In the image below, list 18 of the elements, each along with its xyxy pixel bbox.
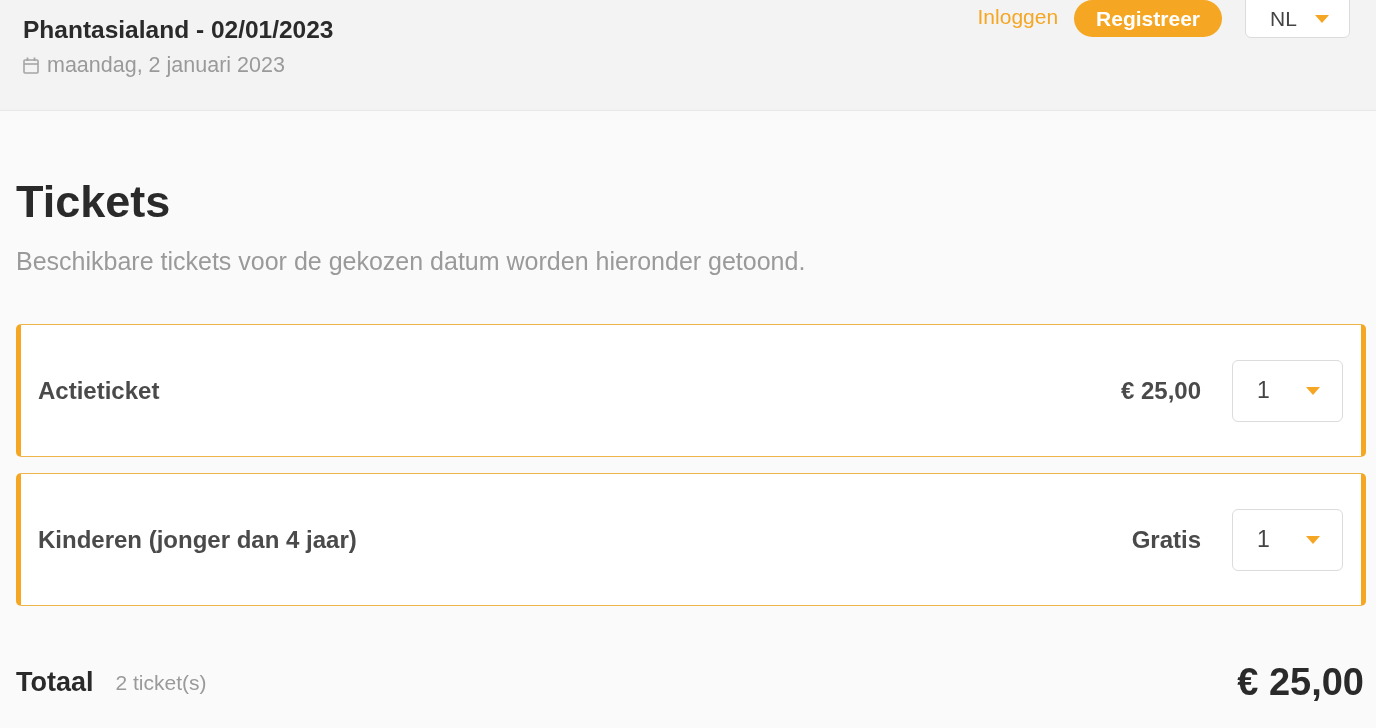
calendar-icon (23, 56, 39, 74)
tickets-heading: Tickets (16, 175, 172, 229)
language-select[interactable]: NL (1245, 0, 1350, 38)
ticket-price: € 25,00 (1120, 376, 1201, 405)
total-label: Totaal (16, 667, 94, 698)
ticket-name: Actieticket (38, 376, 161, 405)
caret-icon (1315, 15, 1329, 23)
quantity-select[interactable]: 1 (1232, 359, 1343, 422)
event-date: maandag, 2 januari 2023 (47, 52, 285, 78)
event-title: Phantasialand - 02/01/2023 (23, 16, 334, 44)
tickets-subtitle: Beschikbare tickets voor de gekozen datum worden hieronder getoond. (16, 246, 807, 277)
ticket-count: 2 ticket(s) (115, 670, 208, 695)
ticket-name: Kinderen (jonger dan 4 jaar) (38, 525, 358, 554)
total-amount: € 25,00 (1237, 661, 1364, 704)
ticket-price: Gratis (1131, 525, 1201, 554)
caret-icon (1306, 386, 1320, 395)
quantity-select[interactable]: 1 (1232, 508, 1343, 571)
caret-icon (1306, 535, 1320, 544)
